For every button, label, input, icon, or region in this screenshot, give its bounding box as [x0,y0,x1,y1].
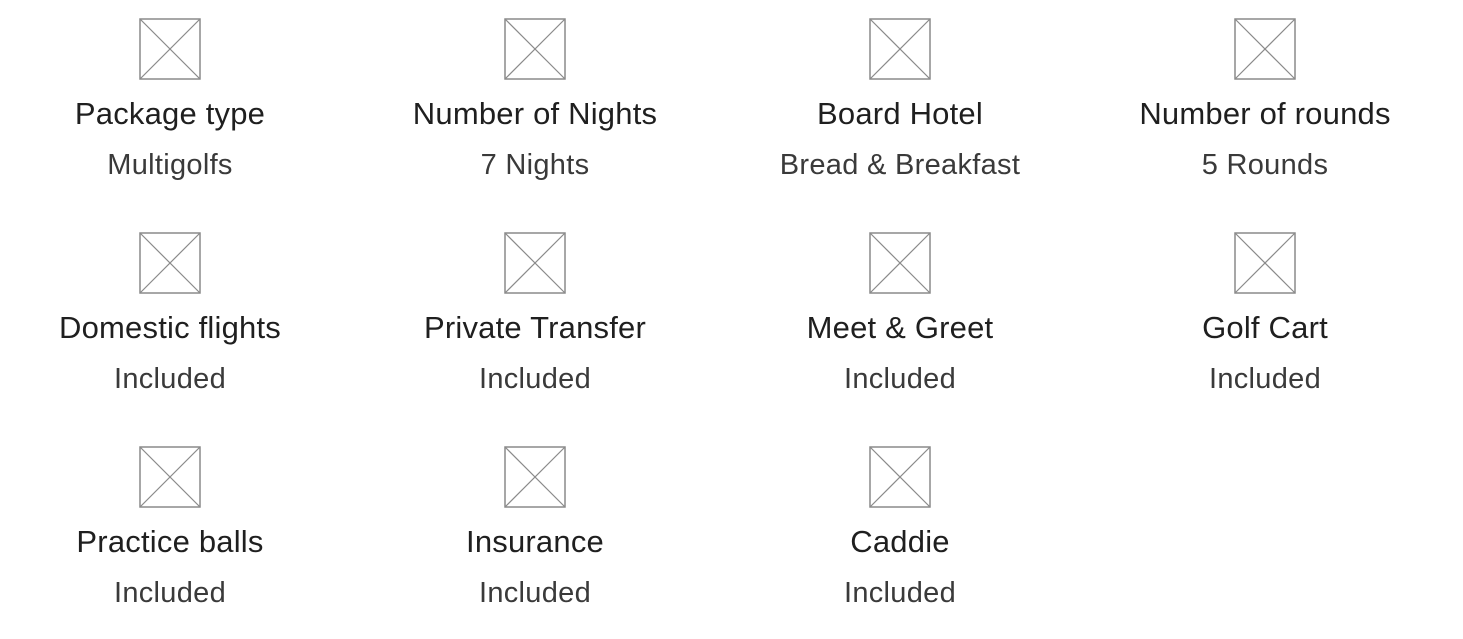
placeholder-image-icon [139,232,201,294]
package-features-grid: Package type Multigolfs Number of Nights… [0,0,1463,639]
feature-label: Number of rounds [1139,96,1391,131]
placeholder-image-icon [504,18,566,80]
feature-insurance: Insurance Included [365,446,705,612]
feature-number-of-nights: Number of Nights 7 Nights [365,18,705,184]
placeholder-image-icon [869,18,931,80]
placeholder-image-icon [139,18,201,80]
feature-meet-and-greet: Meet & Greet Included [730,232,1070,398]
feature-practice-balls: Practice balls Included [0,446,340,612]
feature-label: Insurance [466,524,604,559]
feature-label: Board Hotel [817,96,983,131]
feature-value: 5 Rounds [1201,149,1329,181]
feature-label: Package type [74,96,266,131]
feature-label: Domestic flights [59,310,281,345]
feature-domestic-flights: Domestic flights Included [0,232,340,398]
placeholder-image-icon [504,446,566,508]
feature-label: Private Transfer [423,310,646,345]
feature-value: Included [478,577,592,609]
feature-label: Practice balls [76,524,264,559]
placeholder-image-icon [1234,18,1296,80]
feature-caddie: Caddie Included [730,446,1070,612]
feature-value: Included [1208,363,1322,395]
placeholder-image-icon [139,446,201,508]
feature-value: Included [843,577,957,609]
feature-package-type: Package type Multigolfs [0,18,340,184]
feature-label: Caddie [850,524,950,559]
feature-value: Multigolfs [107,149,233,181]
feature-label: Golf Cart [1202,310,1328,345]
placeholder-image-icon [504,232,566,294]
feature-label: Meet & Greet [806,310,994,345]
placeholder-image-icon [869,446,931,508]
feature-golf-cart: Golf Cart Included [1095,232,1435,398]
feature-label: Number of Nights [412,96,658,131]
placeholder-image-icon [1234,232,1296,294]
feature-value: Included [113,363,227,395]
feature-board-hotel: Board Hotel Bread & Breakfast [730,18,1070,184]
feature-value: Included [113,577,227,609]
feature-private-transfer: Private Transfer Included [365,232,705,398]
feature-number-of-rounds: Number of rounds 5 Rounds [1095,18,1435,184]
feature-value: Included [478,363,592,395]
feature-value: Bread & Breakfast [779,149,1021,181]
placeholder-image-icon [869,232,931,294]
feature-value: Included [843,363,957,395]
feature-value: 7 Nights [480,149,590,181]
